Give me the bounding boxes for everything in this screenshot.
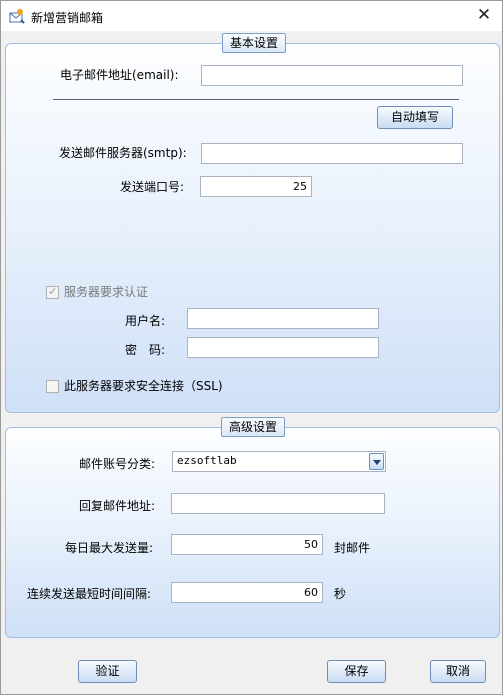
ssl-checkbox[interactable] xyxy=(46,380,59,393)
auth-label: 服务器要求认证 xyxy=(64,285,149,299)
password-input[interactable] xyxy=(187,337,379,358)
port-input[interactable]: 25 xyxy=(200,176,312,197)
window-title: 新增营销邮箱 xyxy=(31,11,104,25)
autofill-button[interactable]: 自动填写 xyxy=(377,106,453,129)
daily-max-label: 每日最大发送量: xyxy=(65,541,154,555)
interval-unit: 秒 xyxy=(334,587,347,601)
reply-input[interactable] xyxy=(171,493,385,514)
reply-label: 回复邮件地址: xyxy=(79,499,156,513)
category-select[interactable]: ezsoftlab xyxy=(172,451,386,472)
smtp-label: 发送邮件服务器(smtp): xyxy=(59,146,187,160)
cancel-button[interactable]: 取消 xyxy=(430,660,486,683)
dialog-window: 新增营销邮箱 ✕ 基本设置 电子邮件地址(email): 自动填写 发送邮件服务… xyxy=(0,0,503,695)
category-label: 邮件账号分类: xyxy=(79,457,156,471)
username-input[interactable] xyxy=(187,308,379,329)
port-label: 发送端口号: xyxy=(120,180,185,194)
email-label: 电子邮件地址(email): xyxy=(60,68,179,82)
auth-checkbox[interactable]: ✓ xyxy=(46,285,59,299)
ssl-label: 此服务器要求安全连接（SSL) xyxy=(64,379,223,393)
advanced-settings-legend: 高级设置 xyxy=(221,417,285,437)
chevron-down-icon[interactable] xyxy=(369,453,384,470)
separator-line xyxy=(53,99,459,101)
save-button[interactable]: 保存 xyxy=(327,660,386,683)
smtp-input[interactable] xyxy=(201,143,463,164)
mail-app-icon xyxy=(9,8,25,24)
interval-input[interactable]: 60 xyxy=(171,582,323,603)
daily-max-input[interactable]: 50 xyxy=(171,534,323,555)
check-icon: ✓ xyxy=(48,285,58,298)
basic-settings-legend: 基本设置 xyxy=(222,33,286,53)
category-value: ezsoftlab xyxy=(177,454,237,467)
close-button[interactable]: ✕ xyxy=(471,4,497,28)
password-label: 密 码: xyxy=(125,343,166,357)
interval-label: 连续发送最短时间间隔: xyxy=(27,587,152,601)
title-bar: 新增营销邮箱 ✕ xyxy=(1,1,502,31)
email-input[interactable] xyxy=(201,65,463,86)
username-label: 用户名: xyxy=(125,314,166,328)
daily-max-unit: 封邮件 xyxy=(334,541,371,555)
verify-button[interactable]: 验证 xyxy=(78,660,137,683)
